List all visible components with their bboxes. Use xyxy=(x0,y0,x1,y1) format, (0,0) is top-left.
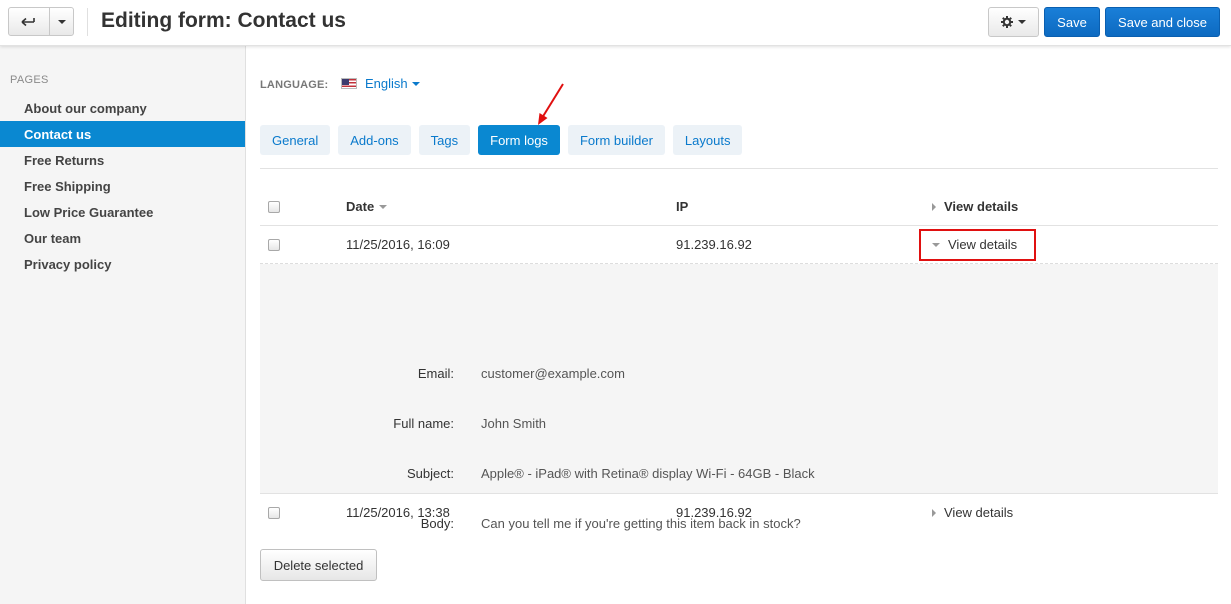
back-button[interactable] xyxy=(9,8,50,35)
language-selector[interactable]: English xyxy=(341,76,420,91)
language-value: English xyxy=(365,76,408,91)
detail-row-email: Email: customer@example.com xyxy=(260,363,1218,383)
view-details-header-label: View details xyxy=(944,199,1019,214)
detail-row-full-name: Full name: John Smith xyxy=(260,413,1218,433)
view-details-toggle[interactable]: View details xyxy=(932,226,1017,263)
page-title: Editing form: Contact us xyxy=(101,9,346,32)
view-details-label: View details xyxy=(944,505,1014,520)
settings-dropdown-button[interactable] xyxy=(988,7,1039,37)
caret-right-icon xyxy=(932,202,936,211)
tab-tags[interactable]: Tags xyxy=(418,125,471,155)
sidebar-item-contact-us[interactable]: Contact us xyxy=(0,121,245,147)
sidebar: PAGES About our company Contact us Free … xyxy=(0,46,246,604)
ip-column-header: IP xyxy=(676,199,689,214)
annotation-arrow-icon xyxy=(538,83,564,125)
sort-desc-icon xyxy=(379,204,388,209)
detail-row-subject: Subject: Apple® - iPad® with Retina® dis… xyxy=(260,463,1218,483)
view-details-label: View details xyxy=(948,237,1018,252)
chevron-down-icon xyxy=(1018,20,1026,24)
save-button[interactable]: Save xyxy=(1044,7,1100,37)
top-toolbar: Editing form: Contact us Save Save and c… xyxy=(0,0,1231,46)
detail-label: Full name: xyxy=(393,415,454,431)
log-date: 11/25/2016, 16:09 xyxy=(346,237,450,252)
delete-selected-button[interactable]: Delete selected xyxy=(260,549,377,581)
detail-value: Apple® - iPad® with Retina® display Wi-F… xyxy=(481,465,815,481)
detail-label: Email: xyxy=(417,365,454,381)
gear-icon xyxy=(1001,16,1013,28)
detail-label: Subject: xyxy=(407,465,454,481)
sidebar-item-free-returns[interactable]: Free Returns xyxy=(0,147,245,173)
sidebar-heading: PAGES xyxy=(10,74,49,86)
sidebar-item-our-team[interactable]: Our team xyxy=(0,225,245,251)
log-ip: 91.239.16.92 xyxy=(676,237,752,252)
tab-bar: General Add-ons Tags Form logs Form buil… xyxy=(260,125,743,155)
log-ip: 91.239.16.92 xyxy=(676,505,752,520)
sidebar-item-free-shipping[interactable]: Free Shipping xyxy=(0,173,245,199)
back-button-group xyxy=(8,7,74,36)
sidebar-item-privacy-policy[interactable]: Privacy policy xyxy=(0,251,245,277)
tab-general[interactable]: General xyxy=(260,125,331,155)
select-all-checkbox[interactable] xyxy=(268,200,280,213)
tab-add-ons[interactable]: Add-ons xyxy=(338,125,411,155)
us-flag-icon xyxy=(341,78,357,89)
row-checkbox[interactable] xyxy=(268,506,280,519)
table-header-row: Date IP View details xyxy=(260,188,1218,226)
tab-layouts[interactable]: Layouts xyxy=(672,125,743,155)
chevron-down-icon xyxy=(411,81,420,86)
tab-form-logs[interactable]: Form logs xyxy=(478,125,560,155)
caret-right-icon xyxy=(932,508,936,517)
row-checkbox[interactable] xyxy=(268,238,280,251)
back-dropdown-button[interactable] xyxy=(50,8,73,35)
form-logs-table: Date IP View details 11/25/2016, 16:09 9… xyxy=(260,188,1218,532)
caret-down-icon xyxy=(932,242,940,247)
sidebar-item-low-price-guarantee[interactable]: Low Price Guarantee xyxy=(0,199,245,225)
table-row: 11/25/2016, 13:38 91.239.16.92 View deta… xyxy=(260,494,1218,532)
sidebar-item-about-our-company[interactable]: About our company xyxy=(0,95,245,121)
view-details-toggle[interactable]: View details xyxy=(932,494,1013,531)
toolbar-divider xyxy=(87,8,88,36)
log-date: 11/25/2016, 13:38 xyxy=(346,505,450,520)
tabs-divider xyxy=(260,168,1218,169)
log-details-panel: Email: customer@example.com Full name: J… xyxy=(260,264,1218,531)
date-column-header[interactable]: Date xyxy=(346,188,388,225)
table-row: 11/25/2016, 16:09 91.239.16.92 View deta… xyxy=(260,226,1218,264)
view-details-all-toggle[interactable]: View details xyxy=(932,188,1018,225)
detail-value: John Smith xyxy=(481,415,547,431)
chevron-down-icon xyxy=(57,19,66,24)
detail-value: customer@example.com xyxy=(481,365,625,381)
date-header-label: Date xyxy=(346,199,375,214)
back-arrow-icon xyxy=(21,17,35,26)
language-label: LANGUAGE: xyxy=(260,79,329,91)
save-and-close-button[interactable]: Save and close xyxy=(1105,7,1220,37)
tab-form-builder[interactable]: Form builder xyxy=(567,125,665,155)
sidebar-list: About our company Contact us Free Return… xyxy=(0,95,245,277)
